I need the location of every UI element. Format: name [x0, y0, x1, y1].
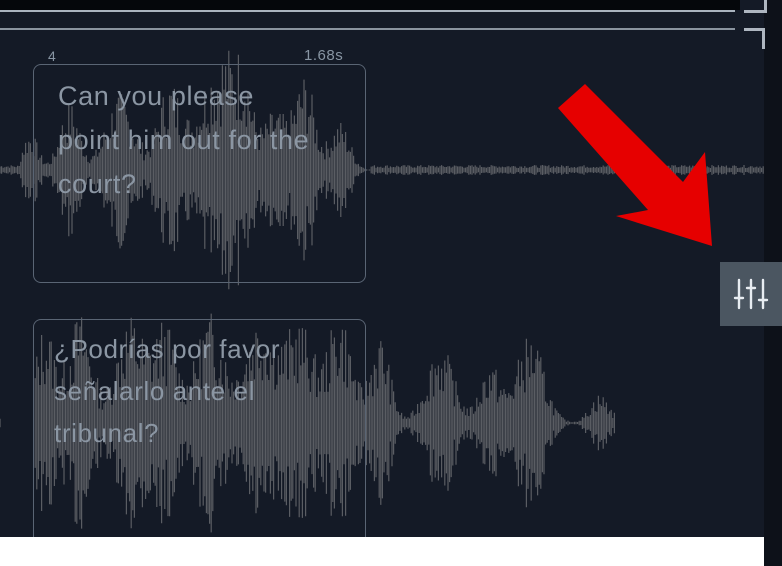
- settings-button[interactable]: [720, 262, 782, 326]
- sliders-icon: [733, 278, 769, 310]
- source-segment-text[interactable]: Can you please point him out for the cou…: [58, 74, 358, 206]
- bottom-panel: [0, 537, 764, 566]
- timeline-divider: [0, 28, 735, 30]
- target-segment-text[interactable]: ¿Podrías por favor señalarlo ante el tri…: [54, 328, 354, 454]
- corner-bracket-icon: [744, 0, 767, 13]
- segment-index: 4: [48, 48, 56, 64]
- top-toolbar: [0, 0, 740, 10]
- timeline-divider-top: [0, 10, 735, 12]
- segment-duration: 1.68s: [304, 47, 344, 64]
